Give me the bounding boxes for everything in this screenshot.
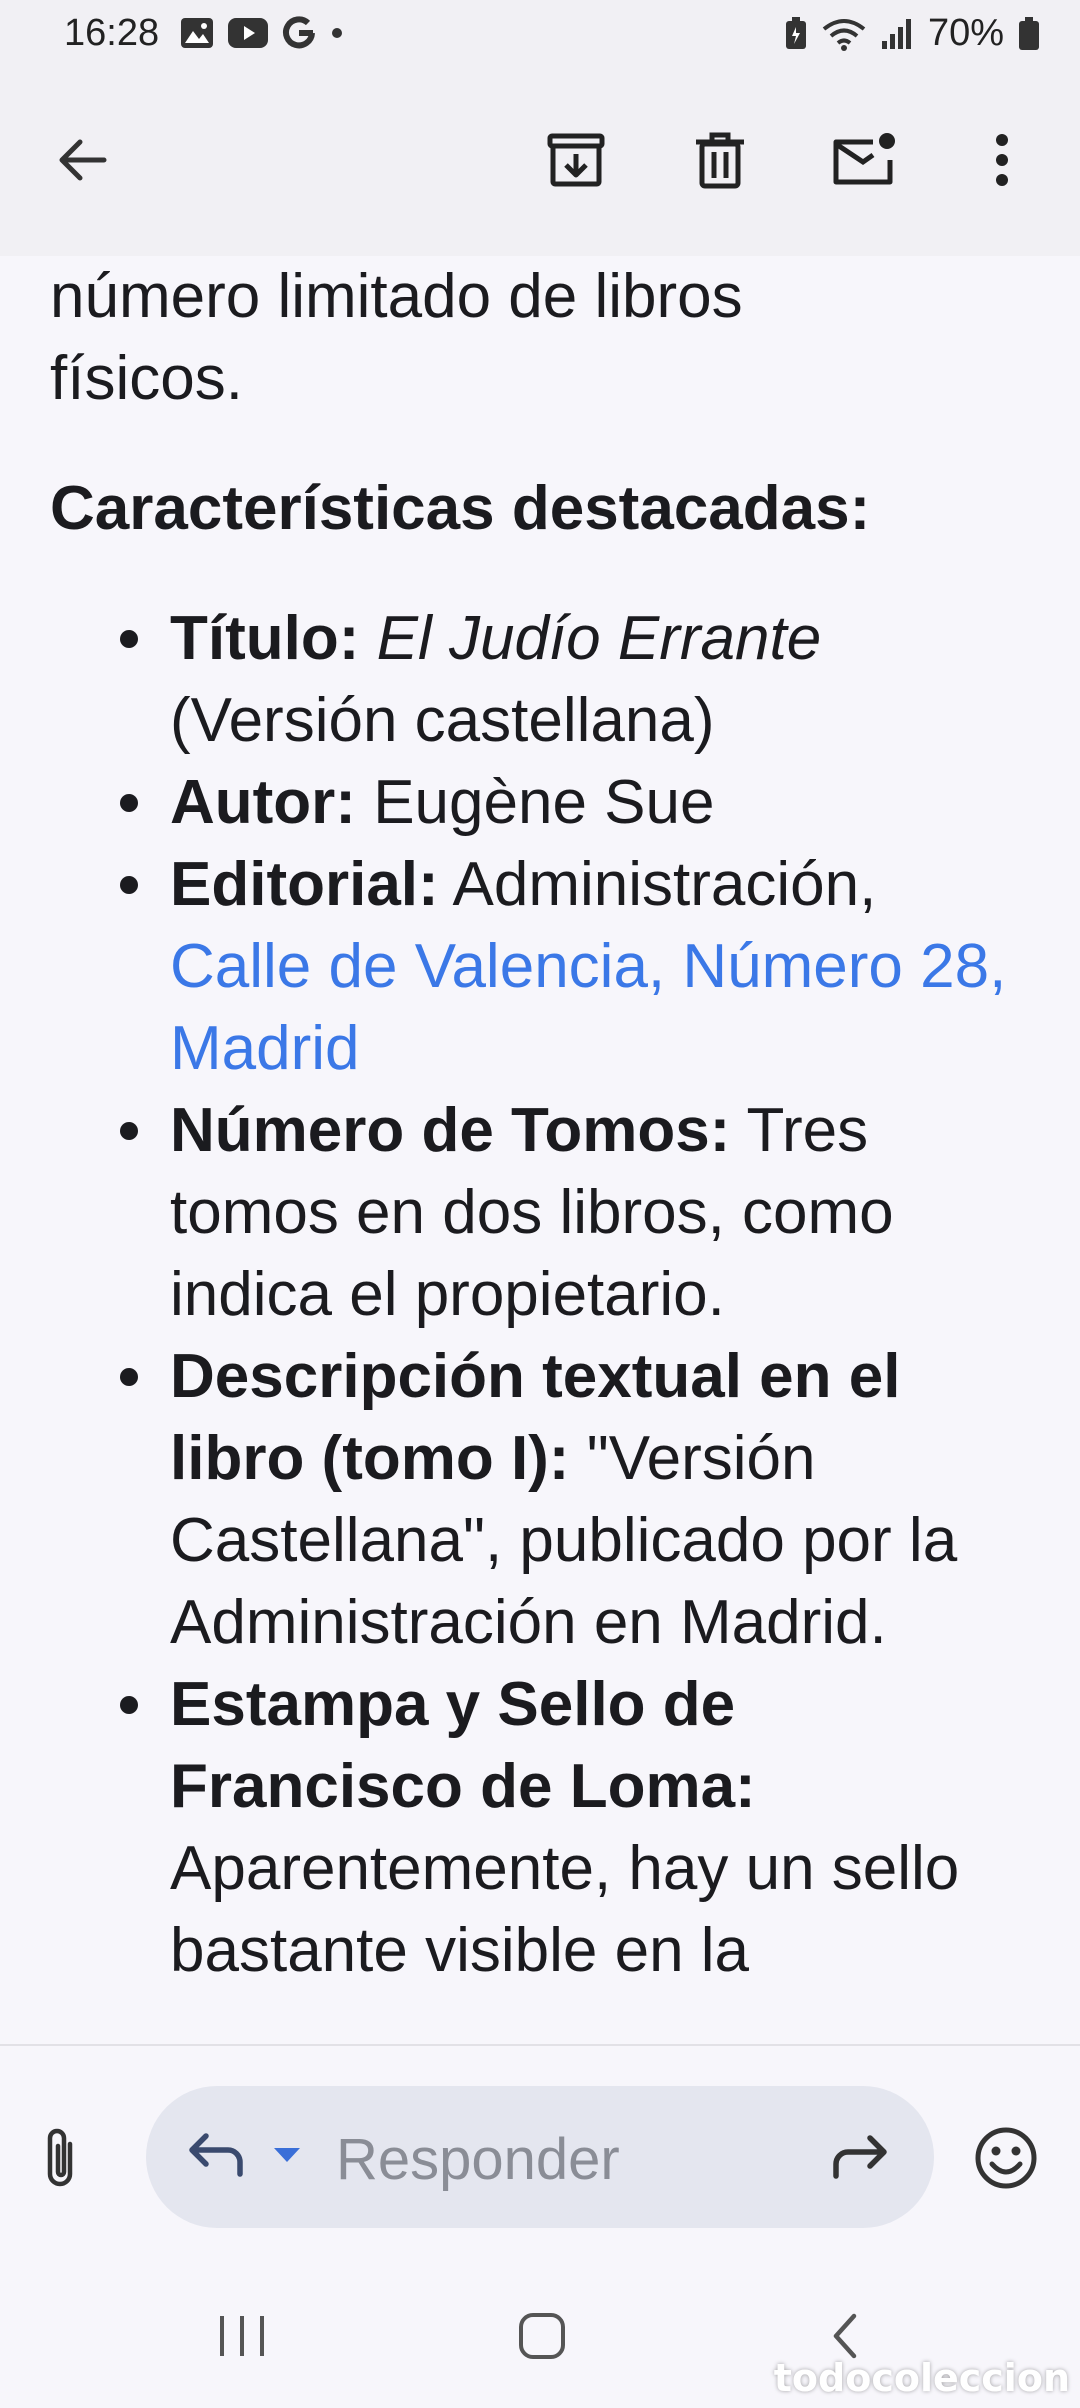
recent-apps-icon — [220, 2316, 264, 2356]
attach-icon — [47, 2128, 73, 2187]
battery-icon — [1019, 16, 1039, 50]
attach-button[interactable] — [40, 2124, 80, 2195]
emoji-icon — [975, 2127, 1037, 2189]
more-options-button[interactable] — [962, 120, 1042, 200]
bullet — [120, 1368, 138, 1386]
list-item-publisher: Editorial: Administración, Calle de Vale… — [50, 844, 1010, 1090]
battery-percent: 70% — [927, 12, 1004, 54]
forward-icon — [833, 2135, 887, 2179]
nav-back-icon — [833, 2313, 857, 2359]
back-arrow-icon — [59, 139, 107, 181]
status-bar: 16:28 70% — [0, 0, 1080, 72]
mark-unread-button[interactable] — [824, 120, 904, 200]
watermark: todocoleccion — [773, 2356, 1070, 2400]
back-button[interactable] — [42, 120, 122, 200]
features-heading: Características destacadas: — [50, 474, 871, 543]
signal-icon — [881, 18, 911, 49]
list-item-stamp: Estampa y Sello de Francisco de Loma: Ap… — [50, 1664, 1010, 1992]
bullet — [120, 794, 138, 812]
list-item-volumes: Número de Tomos: Tres tomos en dos libro… — [50, 1090, 1010, 1336]
bullet — [120, 1696, 138, 1714]
bullet — [120, 1122, 138, 1140]
intro-text: número limitado de libros físicos. — [50, 256, 743, 420]
intro-line-2: físicos. — [50, 344, 243, 413]
delete-icon — [696, 132, 744, 189]
dot-icon — [332, 28, 342, 38]
bullet — [120, 630, 138, 648]
email-body[interactable]: número limitado de libros físicos. Carac… — [0, 256, 1080, 2044]
image-icon — [181, 18, 213, 48]
battery-saver-icon — [785, 16, 806, 49]
archive-button[interactable] — [536, 120, 616, 200]
home-button[interactable] — [518, 2312, 566, 2365]
recent-apps-button[interactable] — [216, 2314, 268, 2363]
bullet — [120, 876, 138, 894]
mark-unread-icon — [833, 133, 895, 185]
address-link[interactable]: Calle de Valencia, Número 28, Madrid — [170, 932, 1006, 1083]
delete-button[interactable] — [680, 120, 760, 200]
status-time: 16:28 — [64, 12, 160, 54]
reply-options-dropdown[interactable] — [272, 2146, 302, 2169]
list-item-description: Descripción textual en el libro (tomo I)… — [50, 1336, 1010, 1664]
emoji-button[interactable] — [974, 2126, 1038, 2195]
more-vert-icon — [996, 134, 1008, 186]
list-item-author: Autor: Eugène Sue — [50, 762, 1010, 844]
features-list: Título: El Judío Errante (Versión castel… — [50, 598, 1010, 1992]
notification-icons — [180, 16, 344, 50]
list-item-title: Título: El Judío Errante (Versión castel… — [50, 598, 1010, 762]
reply-placeholder: Responder — [336, 2127, 620, 2192]
system-icons: 70% — [784, 12, 1040, 55]
google-icon — [283, 16, 315, 49]
app-bar — [0, 72, 1080, 256]
wifi-icon — [822, 18, 866, 51]
reply-button[interactable] — [186, 2132, 244, 2183]
intro-line-1: número limitado de libros — [50, 262, 743, 331]
forward-button[interactable] — [832, 2134, 890, 2185]
dropdown-icon — [274, 2148, 300, 2162]
youtube-icon — [228, 18, 268, 48]
archive-icon — [547, 133, 605, 187]
reply-input[interactable]: Responder — [146, 2086, 934, 2228]
reply-icon — [189, 2133, 243, 2177]
home-icon — [519, 2313, 565, 2359]
